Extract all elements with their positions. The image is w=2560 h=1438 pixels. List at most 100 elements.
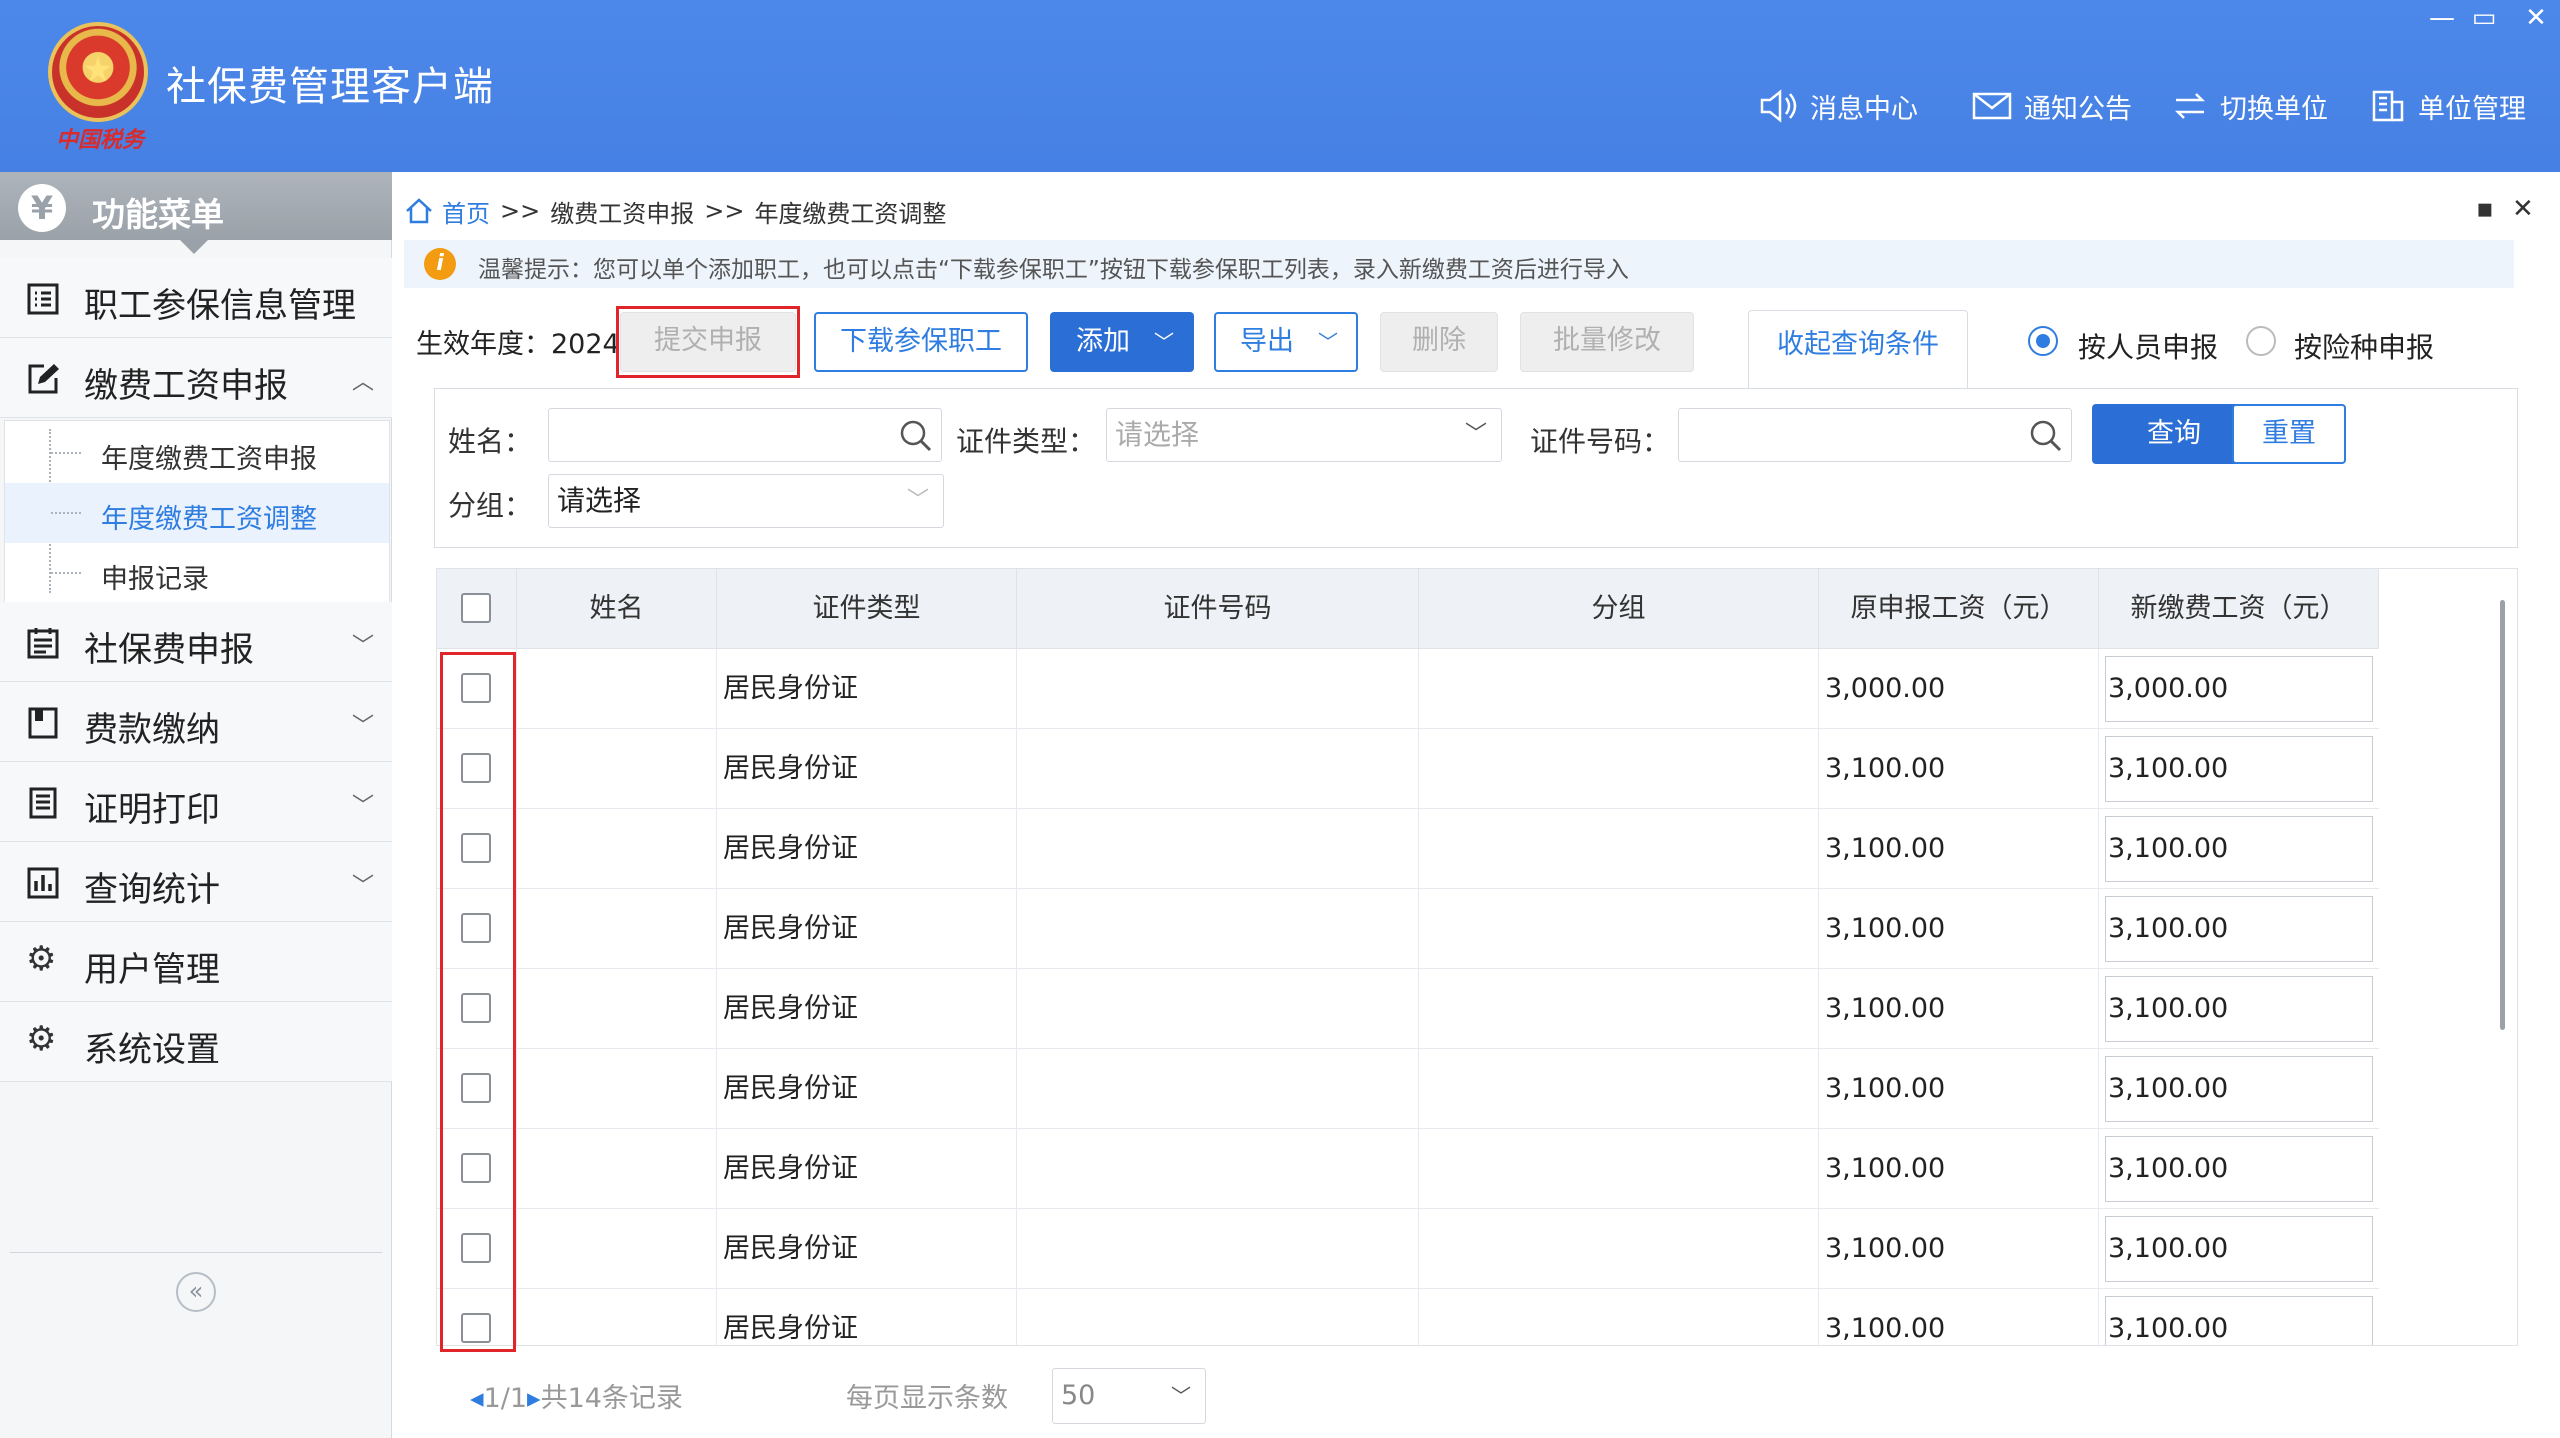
- book-icon: [28, 707, 58, 739]
- tip-text: 温馨提示：您可以单个添加职工，也可以点击“下载参保职工”按钮下载参保职工列表，录…: [478, 257, 1629, 283]
- sidebar-item-social-fee-declare[interactable]: 社保费申报 ﹀: [0, 602, 392, 682]
- table-row[interactable]: 居民身份证 3,100.00 3,100.00: [437, 729, 2379, 809]
- minimize-button[interactable]: —: [2424, 2, 2460, 34]
- table-row[interactable]: 居民身份证 3,100.00 3,100.00: [437, 1209, 2379, 1289]
- column-header[interactable]: 原申报工资（元）: [1819, 569, 2099, 649]
- total-records: 共14条记录: [540, 1383, 683, 1414]
- close-button[interactable]: ✕: [2518, 2, 2554, 34]
- table-scrollbar[interactable]: [2500, 600, 2505, 1030]
- idtype-select[interactable]: 请选择 ﹀: [1106, 408, 1502, 462]
- radio-by-insurance[interactable]: [2246, 326, 2276, 356]
- name-cell: [517, 1209, 717, 1289]
- table-row[interactable]: 居民身份证 3,100.00 3,100.00: [437, 1129, 2379, 1209]
- sidebar-collapse-button[interactable]: «: [176, 1272, 216, 1312]
- page-indicator: 1/1: [483, 1383, 528, 1414]
- new-wage-input[interactable]: 3,100.00: [2105, 1136, 2373, 1202]
- breadcrumb-home[interactable]: 首页: [442, 194, 490, 229]
- column-header[interactable]: 新缴费工资（元）: [2099, 569, 2379, 649]
- reset-button[interactable]: 重置: [2232, 404, 2346, 464]
- sidebar-subitem-annual-wage-declare[interactable]: 年度缴费工资申报: [5, 423, 389, 483]
- switch-icon: [2174, 93, 2206, 119]
- idno-label: 证件号码：: [1530, 425, 1671, 458]
- topnav-switch-unit[interactable]: 切换单位: [2172, 84, 2328, 128]
- idtype-cell: 居民身份证: [717, 1209, 1017, 1289]
- table-row[interactable]: 居民身份证 3,000.00 3,000.00: [437, 649, 2379, 729]
- home-icon[interactable]: [404, 196, 434, 226]
- sidebar-subitem-annual-wage-adjust[interactable]: 年度缴费工资调整: [5, 483, 389, 543]
- column-header[interactable]: 姓名: [517, 569, 717, 649]
- title-bar: ★ 中国税务 社保费管理客户端 — ▭ ✕ 消息中心 通知公告 切换单位 单位管…: [0, 0, 2560, 172]
- name-cell: [517, 1289, 717, 1345]
- chevron-down-icon: ﹀: [351, 794, 374, 819]
- collapse-query-tab[interactable]: 收起查询条件: [1748, 310, 1968, 388]
- table-row[interactable]: 居民身份证 3,100.00 3,100.00: [437, 889, 2379, 969]
- topnav-label: 通知公告: [2024, 93, 2132, 125]
- mail-icon: [1972, 92, 2012, 120]
- column-header[interactable]: 证件类型: [717, 569, 1017, 649]
- breadcrumb-separator: >>: [500, 197, 541, 225]
- chart-icon: [27, 867, 59, 899]
- old-wage-cell: 3,000.00: [1819, 649, 2099, 729]
- sidebar-subitem-label: 年度缴费工资申报: [101, 444, 317, 475]
- table-row[interactable]: 居民身份证 3,100.00 3,100.00: [437, 1049, 2379, 1129]
- radio-by-person[interactable]: [2028, 326, 2058, 356]
- group-cell: [1419, 889, 1819, 969]
- column-header[interactable]: 分组: [1419, 569, 1819, 649]
- name-input[interactable]: [548, 408, 942, 462]
- download-employees-button[interactable]: 下载参保职工: [814, 312, 1028, 372]
- per-page-select[interactable]: 50 ﹀: [1052, 1368, 1206, 1424]
- next-page-icon[interactable]: ▸: [527, 1383, 541, 1414]
- pager: ◂1/1▸共14条记录: [470, 1376, 683, 1415]
- new-wage-input[interactable]: 3,100.00: [2105, 976, 2373, 1042]
- breadcrumb-level1[interactable]: 缴费工资申报: [550, 194, 694, 229]
- sidebar-subitem-declare-records[interactable]: 申报记录: [5, 543, 389, 603]
- info-icon: i: [424, 248, 456, 280]
- topnav-label: 消息中心: [1810, 93, 1918, 125]
- new-wage-input[interactable]: 3,100.00: [2105, 1216, 2373, 1282]
- table-row[interactable]: 居民身份证 3,100.00 3,100.00: [437, 809, 2379, 889]
- sidebar-item-certificate-print[interactable]: 证明打印 ﹀: [0, 762, 392, 842]
- add-button[interactable]: 添加 ﹀: [1050, 312, 1194, 372]
- group-select[interactable]: 请选择 ﹀: [548, 474, 944, 528]
- new-wage-input[interactable]: 3,100.00: [2105, 896, 2373, 962]
- batch-edit-button[interactable]: 批量修改: [1520, 312, 1694, 372]
- sidebar-item-label: 系统设置: [84, 1030, 220, 1070]
- export-button[interactable]: 导出 ﹀: [1214, 312, 1358, 372]
- new-wage-input[interactable]: 3,100.00: [2105, 1296, 2373, 1345]
- sidebar-item-user-manage[interactable]: ⚙ 用户管理: [0, 922, 392, 1002]
- sidebar-item-query-stats[interactable]: 查询统计 ﹀: [0, 842, 392, 922]
- idtype-cell: 居民身份证: [717, 809, 1017, 889]
- chevron-down-icon: ﹀: [1171, 1384, 1191, 1408]
- column-header[interactable]: 证件号码: [1017, 569, 1419, 649]
- name-cell: [517, 1129, 717, 1209]
- sidebar-item-wage-declare[interactable]: 缴费工资申报 ︿: [0, 338, 392, 418]
- topnav-label: 单位管理: [2418, 93, 2526, 125]
- sidebar-item-label: 缴费工资申报: [84, 366, 288, 406]
- delete-button[interactable]: 删除: [1380, 312, 1498, 372]
- topnav-unit-manage[interactable]: 单位管理: [2370, 84, 2526, 128]
- radio-by-person-label[interactable]: 按人员申报: [2078, 326, 2218, 366]
- table-row[interactable]: 居民身份证 3,100.00 3,100.00: [437, 969, 2379, 1049]
- radio-by-insurance-label[interactable]: 按险种申报: [2294, 326, 2434, 366]
- panel-close-icon[interactable]: ✕: [2512, 194, 2534, 224]
- new-wage-input[interactable]: 3,100.00: [2105, 816, 2373, 882]
- table-row[interactable]: 居民身份证 3,100.00 3,100.00: [437, 1289, 2379, 1345]
- topnav-messages[interactable]: 消息中心: [1758, 84, 1918, 128]
- group-cell: [1419, 649, 1819, 729]
- name-cell: [517, 969, 717, 1049]
- sidebar-item-system-settings[interactable]: ⚙ 系统设置: [0, 1002, 392, 1082]
- name-cell: [517, 889, 717, 969]
- new-wage-input[interactable]: 3,100.00: [2105, 1056, 2373, 1122]
- prev-page-icon[interactable]: ◂: [470, 1383, 484, 1414]
- restore-button[interactable]: ▭: [2466, 2, 2502, 34]
- new-wage-input[interactable]: 3,000.00: [2105, 656, 2373, 722]
- panel-maximize-icon[interactable]: ▪: [2476, 194, 2494, 224]
- idno-input[interactable]: [1678, 408, 2072, 462]
- new-wage-input[interactable]: 3,100.00: [2105, 736, 2373, 802]
- select-all-checkbox[interactable]: [461, 593, 491, 623]
- breadcrumb-level2: 年度缴费工资调整: [754, 199, 947, 228]
- sidebar-item-employee-info[interactable]: 职工参保信息管理: [0, 258, 392, 338]
- old-wage-cell: 3,100.00: [1819, 729, 2099, 809]
- sidebar-item-fee-payment[interactable]: 费款缴纳 ﹀: [0, 682, 392, 762]
- topnav-notices[interactable]: 通知公告: [1972, 84, 2132, 128]
